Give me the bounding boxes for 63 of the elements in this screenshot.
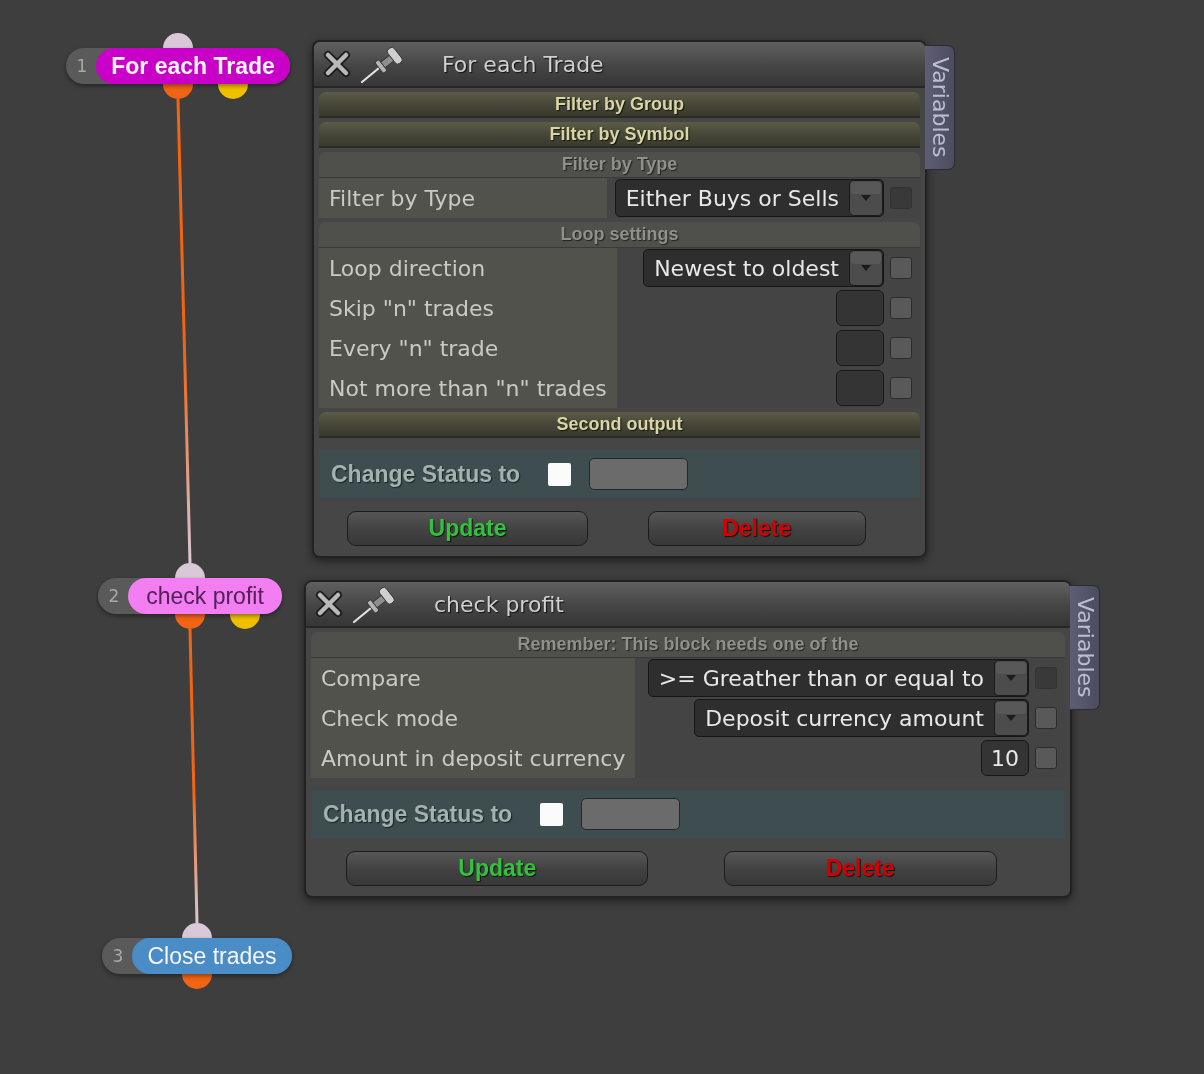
- input-port-icon[interactable]: [182, 923, 212, 938]
- variables-tab[interactable]: Variables: [925, 45, 955, 170]
- row-label: Amount in deposit currency: [311, 738, 636, 778]
- flow-node[interactable]: 3 Close trades: [102, 938, 292, 974]
- row-label: Check mode: [311, 698, 636, 738]
- checkbox[interactable]: [890, 297, 912, 319]
- flow-node[interactable]: 2 check profit: [98, 578, 282, 614]
- panel-title: For each Trade: [442, 51, 604, 77]
- output-port-icon[interactable]: [175, 614, 205, 629]
- node-number: 3: [111, 945, 125, 968]
- output-port-icon[interactable]: [218, 84, 248, 99]
- caret-icon[interactable]: [994, 700, 1028, 736]
- checkbox[interactable]: [540, 802, 564, 826]
- status-label: Change Status to: [331, 460, 521, 488]
- dropdown[interactable]: Deposit currency amount: [694, 699, 1029, 737]
- input-port-icon[interactable]: [175, 563, 205, 578]
- row-label: Compare: [311, 658, 636, 698]
- output-port-icon[interactable]: [230, 614, 260, 629]
- checkbox[interactable]: [1035, 747, 1057, 769]
- row-label: Loop direction: [319, 248, 617, 288]
- status-field[interactable]: [581, 798, 681, 830]
- update-button[interactable]: Update: [347, 511, 588, 546]
- output-port-icon[interactable]: [182, 974, 212, 989]
- section-header[interactable]: Loop settings: [319, 222, 920, 248]
- section-header[interactable]: Filter by Type: [319, 152, 920, 178]
- checkbox[interactable]: [890, 377, 912, 399]
- caret-icon[interactable]: [994, 660, 1028, 696]
- node-label[interactable]: For each Trade: [96, 48, 290, 84]
- node-number: 2: [107, 585, 121, 608]
- flow-node[interactable]: 1 For each Trade: [66, 48, 290, 84]
- checkbox[interactable]: [890, 257, 912, 279]
- number-field[interactable]: 10: [981, 740, 1029, 776]
- output-port-icon[interactable]: [163, 84, 193, 99]
- section-header[interactable]: Second output: [319, 412, 920, 438]
- node-number: 1: [75, 55, 89, 78]
- number-field[interactable]: [836, 370, 884, 406]
- node-label[interactable]: Close trades: [132, 938, 292, 974]
- close-icon[interactable]: [322, 49, 352, 79]
- status-field[interactable]: [589, 458, 689, 490]
- dropdown[interactable]: Either Buys or Sells: [614, 179, 884, 217]
- close-icon[interactable]: [314, 589, 344, 619]
- checkbox[interactable]: [890, 337, 912, 359]
- checkbox[interactable]: [1035, 707, 1057, 729]
- number-field[interactable]: [836, 330, 884, 366]
- section-header[interactable]: Filter by Symbol: [319, 122, 920, 148]
- number-field[interactable]: [836, 290, 884, 326]
- update-button[interactable]: Update: [346, 851, 649, 886]
- input-port-icon[interactable]: [163, 33, 193, 48]
- status-label: Change Status to: [323, 800, 513, 828]
- row-label: Every "n" trade: [319, 328, 617, 368]
- section-header[interactable]: Filter by Group: [319, 92, 920, 118]
- panel-title: check profit: [434, 591, 564, 617]
- variables-tab[interactable]: Variables: [1070, 585, 1100, 710]
- row-label: Filter by Type: [319, 178, 607, 218]
- caret-icon[interactable]: [849, 250, 883, 286]
- row-label: Not more than "n" trades: [319, 368, 617, 408]
- row-label: Skip "n" trades: [319, 288, 617, 328]
- node-label[interactable]: check profit: [128, 578, 282, 614]
- caret-icon[interactable]: [849, 180, 883, 216]
- dropdown[interactable]: >= Greather than or equal to: [647, 659, 1029, 697]
- dropdown[interactable]: Newest to oldest: [643, 249, 884, 287]
- checkbox[interactable]: [548, 462, 572, 486]
- section-header[interactable]: Remember: This block needs one of the: [311, 632, 1065, 658]
